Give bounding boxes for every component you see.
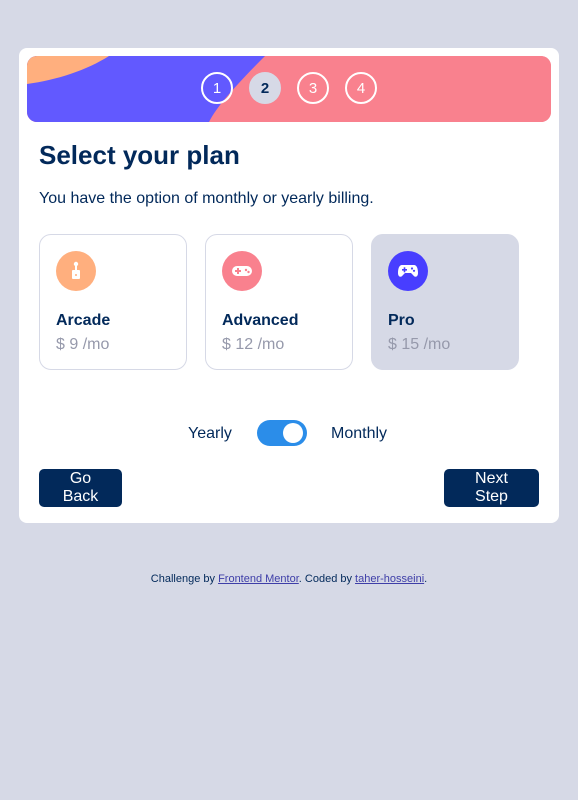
plan-price: $ 15 /mo: [388, 336, 451, 353]
step-2[interactable]: 2: [249, 72, 281, 104]
plan-card-arcade[interactable]: Arcade $ 9 /mo: [39, 234, 187, 370]
go-back-button[interactable]: Go Back: [39, 469, 122, 507]
plan-card-advanced[interactable]: Advanced $ 12 /mo: [205, 234, 353, 370]
footer-middle: . Coded by: [298, 573, 356, 585]
frontend-mentor-link[interactable]: Frontend Mentor: [218, 573, 299, 585]
form-card: 1 2 3 4 Select your plan You have the op…: [19, 48, 559, 523]
next-step-button[interactable]: Next Step: [444, 469, 539, 507]
gamepad-icon: [222, 251, 262, 291]
step-3[interactable]: 3: [297, 72, 329, 104]
plan-name: Pro: [388, 312, 415, 329]
page-subtitle: You have the option of monthly or yearly…: [39, 190, 374, 207]
billing-toggle-row: Yearly Monthly: [19, 420, 559, 446]
step-4[interactable]: 4: [345, 72, 377, 104]
steps-banner: 1 2 3 4: [27, 56, 551, 122]
yearly-label[interactable]: Yearly: [188, 425, 232, 443]
toggle-knob: [283, 423, 303, 443]
attribution-footer: Challenge by Frontend Mentor. Coded by t…: [0, 573, 578, 585]
monthly-label[interactable]: Monthly: [331, 425, 387, 443]
plan-name: Advanced: [222, 312, 299, 329]
footer-prefix: Challenge by: [150, 573, 219, 585]
step-1[interactable]: 1: [201, 72, 233, 104]
author-link[interactable]: taher-hosseini: [355, 573, 424, 585]
joystick-icon: [56, 251, 96, 291]
billing-toggle[interactable]: [257, 420, 307, 446]
step-indicator: 1 2 3 4: [27, 72, 551, 104]
plan-price: $ 9 /mo: [56, 336, 110, 353]
page-title: Select your plan: [39, 140, 240, 170]
plan-price: $ 12 /mo: [222, 336, 285, 353]
footer-suffix: .: [424, 573, 428, 585]
plan-card-pro[interactable]: Pro $ 15 /mo: [371, 234, 519, 370]
controller-icon: [388, 251, 428, 291]
plan-name: Arcade: [56, 312, 111, 329]
